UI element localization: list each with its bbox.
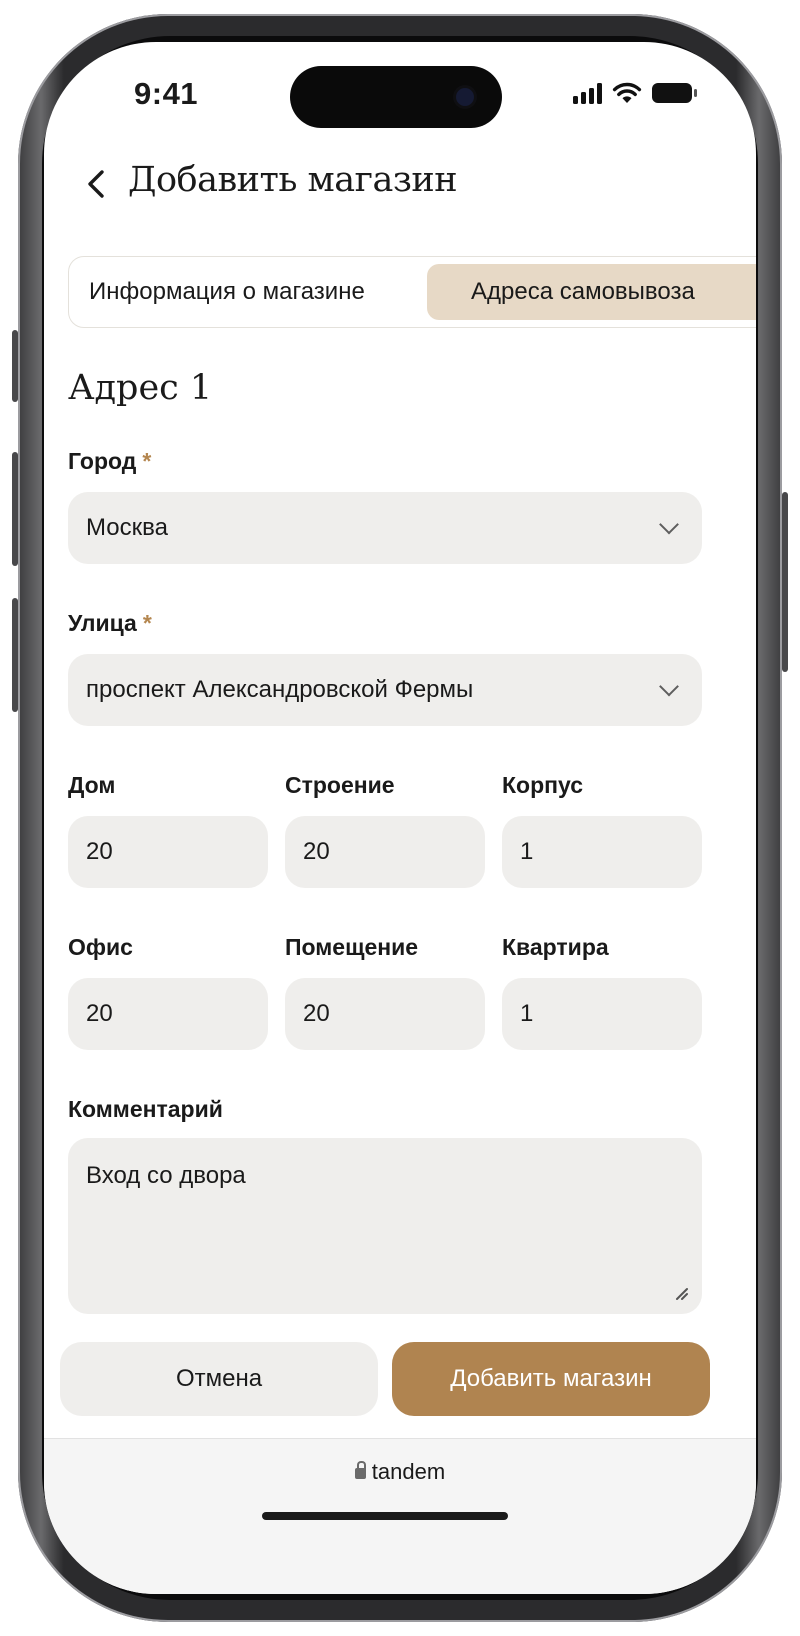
volume-down-button (12, 598, 18, 712)
apartment-field[interactable]: 1 (502, 978, 702, 1050)
signal-icon (573, 82, 602, 104)
page-title: Добавить магазин (128, 160, 458, 200)
url-bar[interactable]: tandem (44, 1459, 756, 1485)
building-field[interactable]: 20 (285, 816, 485, 888)
resize-handle-icon[interactable] (674, 1286, 688, 1300)
tab-bar: Информация о магазине Адреса самовывоза (68, 256, 756, 328)
status-time: 9:41 (134, 76, 199, 111)
office-label: Офис (68, 934, 133, 960)
url-text: tandem (371, 1459, 446, 1484)
status-bar: 9:41 (44, 42, 756, 152)
status-icons (573, 80, 697, 106)
house-field[interactable]: 20 (68, 816, 268, 888)
battery-icon (652, 83, 697, 103)
camera-icon (456, 88, 474, 106)
street-select[interactable]: проспект Александровской Фермы (68, 654, 702, 726)
chevron-left-icon (88, 170, 104, 198)
chevron-down-icon (659, 676, 679, 697)
comment-textarea[interactable]: Вход со двора (68, 1138, 702, 1314)
add-store-button[interactable]: Добавить магазин (392, 1342, 710, 1416)
tab-pickup-addresses[interactable]: Адреса самовывоза (427, 264, 756, 320)
volume-up-button (12, 452, 18, 566)
city-select[interactable]: Москва (68, 492, 702, 564)
room-field[interactable]: 20 (285, 978, 485, 1050)
city-value: Москва (86, 514, 168, 541)
screen: 9:41 Добавить магазин Информация о магаз… (44, 42, 756, 1594)
street-label: Улица * (68, 610, 152, 636)
power-button (782, 492, 788, 672)
house-label: Дом (68, 772, 116, 798)
tab-store-info[interactable]: Информация о магазине (89, 264, 365, 320)
chevron-down-icon (659, 514, 679, 535)
section-title: Адрес 1 (68, 368, 213, 408)
wifi-icon (612, 82, 642, 103)
required-marker: * (142, 610, 152, 636)
lock-icon (354, 1461, 366, 1479)
block-field[interactable]: 1 (502, 816, 702, 888)
cancel-button[interactable]: Отмена (60, 1342, 378, 1416)
office-field[interactable]: 20 (68, 978, 268, 1050)
home-indicator[interactable] (262, 1512, 508, 1520)
apartment-label: Квартира (502, 934, 609, 960)
action-button (12, 330, 18, 402)
header: Добавить магазин (44, 154, 756, 214)
dynamic-island (290, 66, 502, 128)
street-value: проспект Александровской Фермы (86, 676, 474, 703)
comment-label: Комментарий (68, 1096, 223, 1122)
city-label: Город * (68, 448, 152, 474)
block-label: Корпус (502, 772, 584, 798)
building-label: Строение (285, 772, 395, 798)
required-marker: * (142, 448, 152, 474)
comment-value: Вход со двора (86, 1162, 246, 1189)
room-label: Помещение (285, 934, 419, 960)
back-button[interactable] (78, 162, 118, 206)
